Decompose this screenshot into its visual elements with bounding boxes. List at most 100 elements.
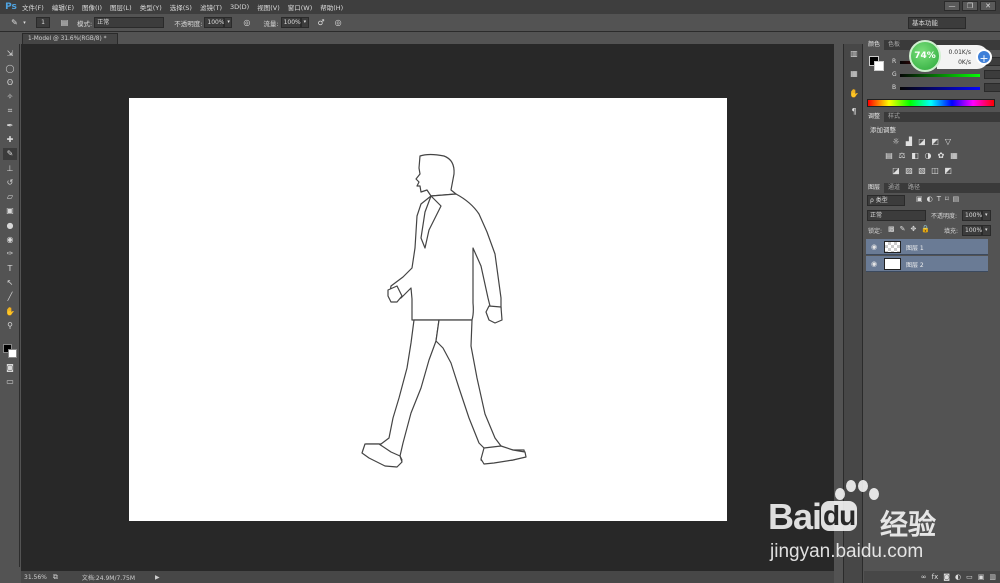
layer-opacity-dropdown[interactable]: ▾ [982, 210, 991, 221]
zoom-level[interactable]: 31.56% [24, 574, 47, 581]
path-select-tool-icon[interactable]: ↖ [3, 277, 17, 289]
history-brush-tool-icon[interactable]: ↺ [3, 177, 17, 189]
menu-filter[interactable]: 滤镜(T) [200, 2, 222, 12]
tab-adjustments[interactable]: 调整 [864, 112, 885, 122]
hand-tool-icon[interactable]: ✋ [3, 306, 17, 318]
minimize-button[interactable]: — [944, 1, 960, 11]
paragraph-panel-icon[interactable]: ¶ [848, 106, 860, 118]
adjustment-icon[interactable]: ◐ [955, 573, 961, 581]
trash-icon[interactable]: ▥ [989, 573, 996, 581]
brush-preset-icon[interactable]: ✎ [8, 17, 21, 29]
tab-channels[interactable]: 通道 [884, 183, 904, 193]
tab-swatches[interactable]: 色板 [884, 40, 904, 50]
layer-row[interactable]: ◉ 图层 1 [866, 239, 988, 255]
menu-edit[interactable]: 编辑(E) [52, 2, 74, 12]
eye-icon[interactable]: ◉ [869, 259, 879, 269]
actions-panel-icon[interactable]: ✋ [848, 88, 860, 100]
properties-panel-icon[interactable]: ▦ [848, 68, 860, 80]
accelerate-icon[interactable]: + [976, 49, 992, 65]
zoom-tool-icon[interactable]: ⚲ [3, 320, 17, 332]
exposure-icon[interactable]: ◩ [930, 137, 940, 147]
tab-layers[interactable]: 图层 [864, 183, 885, 193]
menu-select[interactable]: 选择(S) [170, 2, 192, 12]
selective-color-icon[interactable]: ◩ [943, 166, 953, 176]
flow-dropdown[interactable]: ▾ [300, 17, 309, 28]
clone-stamp-tool-icon[interactable]: ⊥ [3, 163, 17, 175]
quick-mask-icon[interactable]: ◙ [3, 362, 17, 374]
blue-slider[interactable]: B 5 [892, 83, 1000, 93]
blue-track[interactable] [900, 87, 980, 90]
eye-icon[interactable]: ◉ [869, 242, 879, 252]
close-button[interactable]: ✕ [980, 1, 996, 11]
type-tool-icon[interactable]: T [3, 263, 17, 275]
pressure-opacity-icon[interactable]: ◎ [240, 17, 253, 29]
vibrance-icon[interactable]: ▽ [943, 137, 953, 147]
folder-icon[interactable]: ▭ [966, 573, 973, 581]
link-icon[interactable]: ∞ [921, 573, 927, 581]
marquee-tool-icon[interactable]: ◯ [3, 63, 17, 75]
eyedropper-tool-icon[interactable]: ✒ [3, 120, 17, 132]
memory-usage-circle[interactable]: 74% [909, 40, 941, 72]
pressure-size-icon[interactable]: ◎ [332, 17, 345, 29]
invert-icon[interactable]: ◪ [891, 166, 901, 176]
restore-button[interactable]: ❐ [962, 1, 978, 11]
export-icon[interactable]: ⧉ [53, 573, 58, 582]
line-tool-icon[interactable]: ╱ [3, 291, 17, 303]
fill-dropdown[interactable]: ▾ [982, 225, 991, 236]
lasso-tool-icon[interactable]: ʘ [3, 77, 17, 89]
history-panel-icon[interactable]: ▥ [848, 48, 860, 60]
crop-tool-icon[interactable]: ⌗ [3, 105, 17, 117]
background-swatch[interactable] [874, 61, 884, 71]
hue-saturation-icon[interactable]: ▤ [884, 151, 894, 161]
eraser-tool-icon[interactable]: ▱ [3, 191, 17, 203]
menu-image[interactable]: 图像(I) [82, 2, 102, 12]
dodge-tool-icon[interactable]: ◉ [3, 234, 17, 246]
menu-file[interactable]: 文件(F) [22, 2, 44, 12]
fill-field[interactable]: 100% [962, 225, 982, 236]
flow-field[interactable]: 100% [280, 17, 301, 28]
opacity-dropdown[interactable]: ▾ [224, 17, 233, 28]
channel-mixer-icon[interactable]: ✿ [936, 151, 946, 161]
gradient-tool-icon[interactable]: ▣ [3, 205, 17, 217]
blur-tool-icon[interactable]: ● [3, 220, 17, 232]
workspace-select[interactable]: 基本功能 [908, 17, 966, 29]
airbrush-icon[interactable]: ♂ [315, 17, 328, 29]
color-spectrum-bar[interactable] [867, 99, 995, 107]
menu-help[interactable]: 帮助(H) [320, 2, 343, 12]
brush-panel-icon[interactable]: ▤ [58, 17, 71, 29]
mask-icon[interactable]: ◙ [943, 573, 950, 581]
menu-view[interactable]: 视图(V) [257, 2, 280, 12]
menu-window[interactable]: 窗口(W) [288, 2, 313, 12]
screen-mode-icon[interactable]: ▭ [3, 376, 17, 388]
move-tool-icon[interactable]: ⇲ [3, 48, 17, 60]
layer-filter-select[interactable]: ρ 类型 [867, 195, 905, 206]
canvas-area[interactable] [21, 44, 834, 571]
tab-paths[interactable]: 路径 [904, 183, 924, 193]
network-speed-widget[interactable]: 0.01K/s 0K/s 74% + [909, 39, 995, 75]
layer-name[interactable]: 图层 1 [906, 243, 924, 252]
layer-name[interactable]: 图层 2 [906, 260, 924, 269]
menu-type[interactable]: 类型(Y) [140, 2, 162, 12]
levels-icon[interactable]: ▟ [904, 137, 914, 147]
photo-filter-icon[interactable]: ◑ [923, 151, 933, 161]
brush-size-field[interactable]: 1 [36, 17, 50, 28]
brush-tool-icon[interactable]: ✎ [3, 148, 17, 160]
fx-icon[interactable]: fx [932, 573, 939, 581]
gradient-map-icon[interactable]: ◫ [930, 166, 940, 176]
layer-opacity-field[interactable]: 100% [962, 210, 982, 221]
opacity-field[interactable]: 100% [204, 17, 225, 28]
menu-layer[interactable]: 图层(L) [110, 2, 132, 12]
pen-tool-icon[interactable]: ✑ [3, 248, 17, 260]
status-menu-arrow-icon[interactable]: ▶ [155, 574, 160, 581]
tab-color[interactable]: 颜色 [864, 40, 885, 50]
color-lookup-icon[interactable]: ▦ [949, 151, 959, 161]
lock-icons[interactable]: ▩✎✥🔒 [888, 225, 935, 233]
curves-icon[interactable]: ◪ [917, 137, 927, 147]
tab-styles[interactable]: 样式 [884, 112, 904, 122]
chevron-down-icon[interactable]: ▾ [21, 17, 28, 29]
background-color-swatch[interactable] [8, 349, 17, 358]
black-white-icon[interactable]: ◧ [910, 151, 920, 161]
document-tab[interactable]: 1-Model @ 31.6%(RGB/8) * [22, 33, 118, 44]
new-layer-icon[interactable]: ▣ [978, 573, 985, 581]
color-balance-icon[interactable]: ⚖ [897, 151, 907, 161]
